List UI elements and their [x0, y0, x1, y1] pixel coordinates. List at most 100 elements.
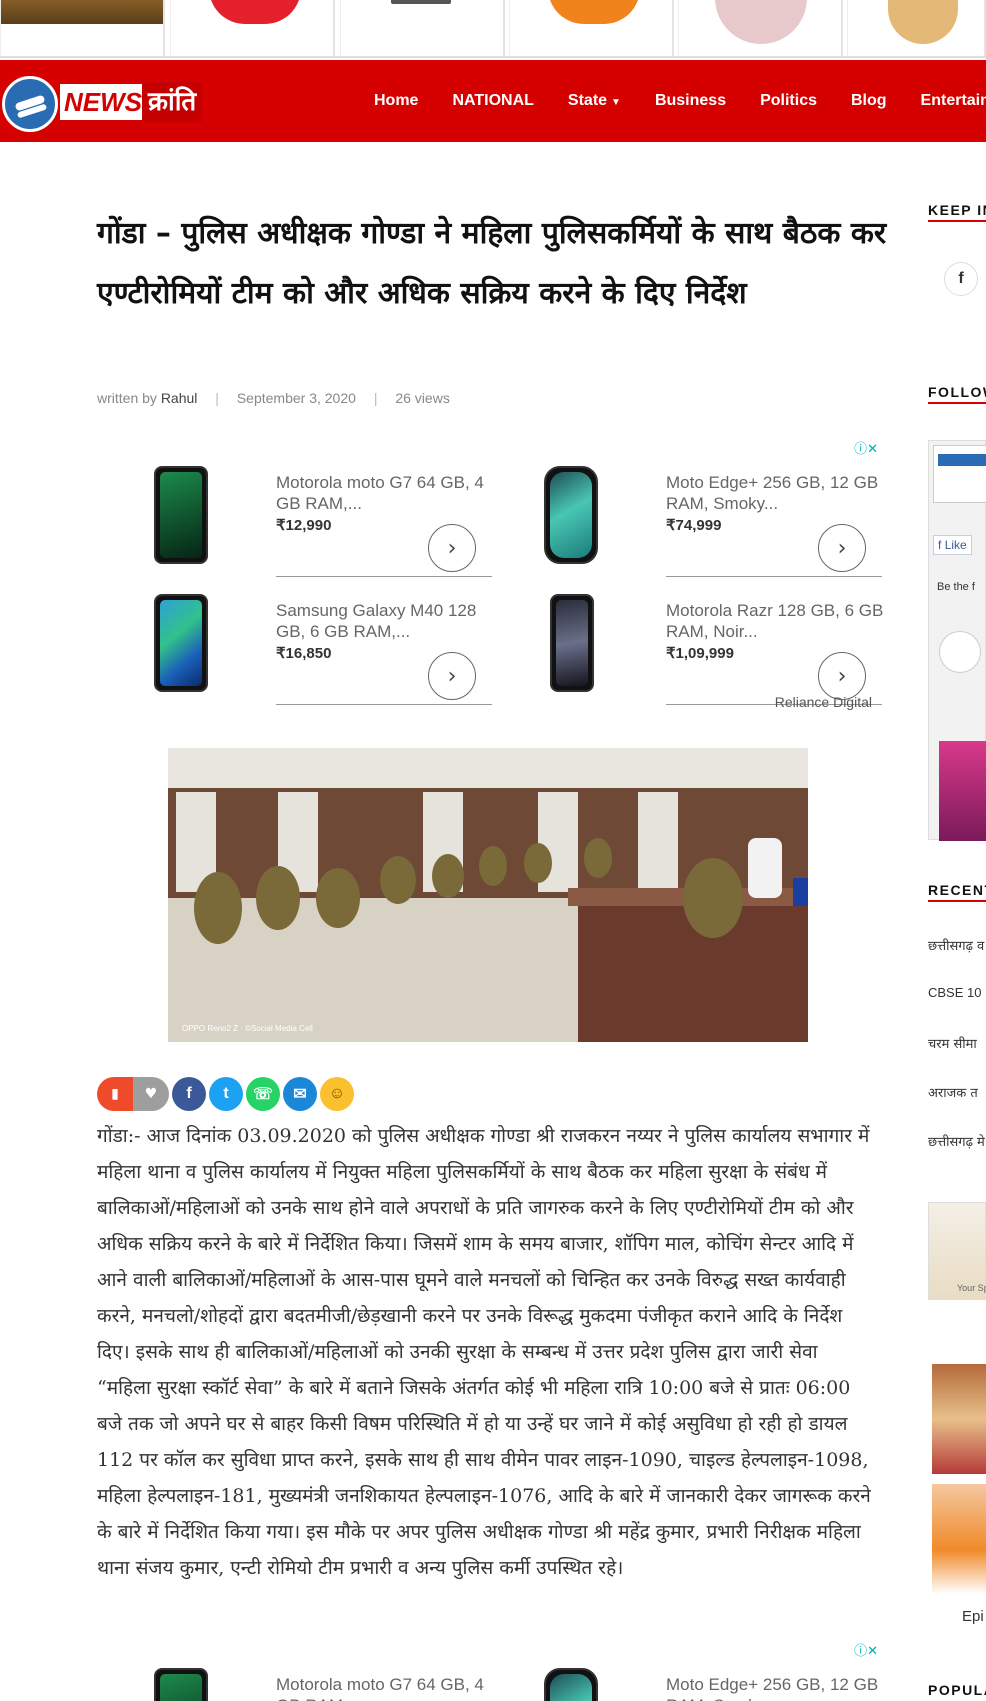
phone-image: [550, 594, 594, 692]
photo-caption: OPPO Reno2 Z · ©Social Media Cell: [182, 1024, 313, 1033]
heading-rule: [928, 402, 986, 404]
ad-product-name: Motorola moto G7 64 GB, 4 GB RAM,...: [276, 473, 484, 513]
phone-image: [544, 466, 598, 564]
product-thumb[interactable]: [847, 0, 986, 56]
phone-image: [154, 1668, 208, 1701]
product-thumb[interactable]: [509, 0, 674, 56]
follow-heading: FOLLOW: [928, 384, 986, 400]
post-thumbnail: [939, 741, 986, 841]
ad-caption: Your Sp: [957, 1283, 986, 1293]
divider: [276, 576, 492, 577]
divider: [666, 576, 882, 577]
product-thumb[interactable]: [0, 0, 165, 56]
recent-post-link[interactable]: CBSE 10: [928, 985, 981, 1000]
ad-product-price: ₹74,999: [666, 517, 722, 534]
popular-heading: POPULA: [928, 1682, 986, 1698]
page-cover-image: [933, 445, 986, 503]
nav-item-state-label: State: [567, 92, 608, 109]
product-ad-block: ⓘ✕ Motorola moto G7 64 GB, 4 GB RAM,... …: [140, 1640, 880, 1701]
sidebar: KEEP IN f FOLLOW f Like Be the f RECENT …: [928, 150, 986, 1701]
recent-post-link[interactable]: अराजक त: [928, 1083, 978, 1101]
article-meta: written by Rahul | September 3, 2020 | 2…: [97, 390, 450, 406]
fb-like-label: Like: [944, 538, 967, 552]
heading-rule: [928, 900, 986, 902]
comment-icon[interactable]: ▮: [97, 1077, 133, 1111]
nav-item-business[interactable]: Business: [655, 92, 726, 110]
chevron-right-icon[interactable]: ›: [818, 652, 866, 700]
ad-product-price: ₹12,990: [276, 517, 332, 534]
author-link[interactable]: Rahul: [161, 390, 198, 406]
ad-item[interactable]: Moto Edge+ 256 GB, 12 GB RAM, Smoky... ₹…: [530, 452, 900, 578]
ad-item[interactable]: Motorola Razr 128 GB, 6 GB RAM, Noir... …: [530, 580, 900, 706]
recent-post-link[interactable]: चरम सीमा: [928, 1034, 977, 1052]
ad-item[interactable]: Motorola moto G7 64 GB, 4 GB RAM,... ₹12…: [140, 452, 510, 578]
product-thumb[interactable]: [170, 0, 335, 56]
facebook-page-widget[interactable]: f Like Be the f: [928, 440, 986, 841]
divider: [276, 704, 492, 705]
logo-emblem-icon: [2, 76, 58, 132]
nav-item-state[interactable]: State ▼: [568, 92, 621, 110]
product-thumb[interactable]: [340, 0, 505, 56]
emoji-reaction-icon[interactable]: ☺: [320, 1077, 354, 1111]
nav-item-blog[interactable]: Blog: [851, 92, 887, 110]
sidebar-ad-image[interactable]: Your Sp: [928, 1202, 986, 1300]
sidebar-product-image[interactable]: [932, 1364, 986, 1474]
product-thumb[interactable]: [678, 0, 843, 56]
recent-post-link[interactable]: छत्तीसगढ़ व: [928, 936, 984, 954]
recent-heading: RECENT: [928, 882, 986, 898]
whatsapp-share-icon[interactable]: ☏: [246, 1077, 280, 1111]
ad-product-name: Motorola Razr 128 GB, 6 GB RAM, Noir...: [666, 601, 884, 641]
ad-source-label[interactable]: Reliance Digital: [775, 694, 872, 710]
meeting-photo-image: OPPO Reno2 Z · ©Social Media Cell: [168, 748, 808, 1042]
heading-rule: [928, 220, 986, 222]
publish-date: September 3, 2020: [236, 390, 356, 406]
product-ad-block: ⓘ✕ Motorola moto G7 64 GB, 4 GB RAM,... …: [140, 438, 883, 710]
chevron-right-icon[interactable]: ›: [428, 524, 476, 572]
article-photo: OPPO Reno2 Z · ©Social Media Cell: [168, 748, 808, 1042]
be-first-text: Be the f: [937, 581, 975, 593]
chevron-down-icon: ▼: [611, 97, 621, 108]
ad-item[interactable]: Moto Edge+ 256 GB, 12 GB RAM, Smoky...: [530, 1654, 880, 1701]
twitter-share-icon[interactable]: t: [209, 1077, 243, 1111]
sidebar-product-image[interactable]: [932, 1484, 986, 1594]
ad-item[interactable]: Samsung Galaxy M40 128 GB, 6 GB RAM,... …: [140, 580, 510, 706]
main-navbar: NEWS क्रांति Home NATIONAL State ▼ Busine…: [0, 60, 986, 142]
fb-like-button[interactable]: f Like: [933, 535, 972, 555]
phone-image: [154, 466, 208, 564]
facebook-share-icon[interactable]: f: [172, 1077, 206, 1111]
ad-product-name: Motorola moto G7 64 GB, 4 GB RAM,...: [276, 1675, 484, 1701]
article-body: गोंडा:- आज दिनांक 03.09.2020 को पुलिस अध…: [97, 1125, 871, 1579]
ad-item[interactable]: Motorola moto G7 64 GB, 4 GB RAM,...: [140, 1654, 510, 1701]
view-count: 26 views: [395, 390, 450, 406]
nav-item-entertainment[interactable]: Entertainment: [921, 92, 986, 110]
nav-item-national[interactable]: NATIONAL: [452, 92, 533, 110]
share-bar: ▮ ♥ f t ☏ ✉ ☺: [97, 1077, 357, 1113]
facebook-icon[interactable]: f: [944, 262, 978, 296]
nav-item-politics[interactable]: Politics: [760, 92, 817, 110]
ad-product-price: ₹1,09,999: [666, 645, 734, 662]
meta-separator: |: [215, 390, 219, 406]
email-share-icon[interactable]: ✉: [283, 1077, 317, 1111]
article-title: गोंडा – पुलिस अधीक्षक गोण्डा ने महिला पु…: [97, 216, 887, 311]
recent-post-link[interactable]: छत्तीसगढ़ मे: [928, 1132, 985, 1150]
fb-like-icon: f: [938, 538, 942, 552]
chevron-right-icon[interactable]: ›: [818, 524, 866, 572]
heart-icon[interactable]: ♥: [133, 1077, 169, 1111]
ad-product-name: Moto Edge+ 256 GB, 12 GB RAM, Smoky...: [666, 1675, 879, 1701]
nav-item-home[interactable]: Home: [374, 92, 418, 110]
phone-image: [544, 1668, 598, 1701]
comment-like-button[interactable]: ▮ ♥: [97, 1077, 169, 1111]
phone-image: [154, 594, 208, 692]
logo-news-text: NEWS: [60, 84, 146, 120]
written-by-label: written by: [97, 390, 157, 406]
sidebar-product-name[interactable]: Epi: [962, 1608, 984, 1625]
meta-separator: |: [373, 390, 378, 406]
logo-kranti-text: क्रांति: [142, 82, 203, 122]
ad-product-price: ₹16,850: [276, 645, 332, 662]
ad-product-name: Moto Edge+ 256 GB, 12 GB RAM, Smoky...: [666, 473, 879, 513]
site-logo[interactable]: NEWS क्रांति: [2, 74, 204, 132]
ad-product-name: Samsung Galaxy M40 128 GB, 6 GB RAM,...: [276, 601, 477, 641]
nav-menu: Home NATIONAL State ▼ Business Politics B…: [374, 60, 986, 142]
chevron-right-icon[interactable]: ›: [428, 652, 476, 700]
page-avatar: [939, 631, 981, 673]
